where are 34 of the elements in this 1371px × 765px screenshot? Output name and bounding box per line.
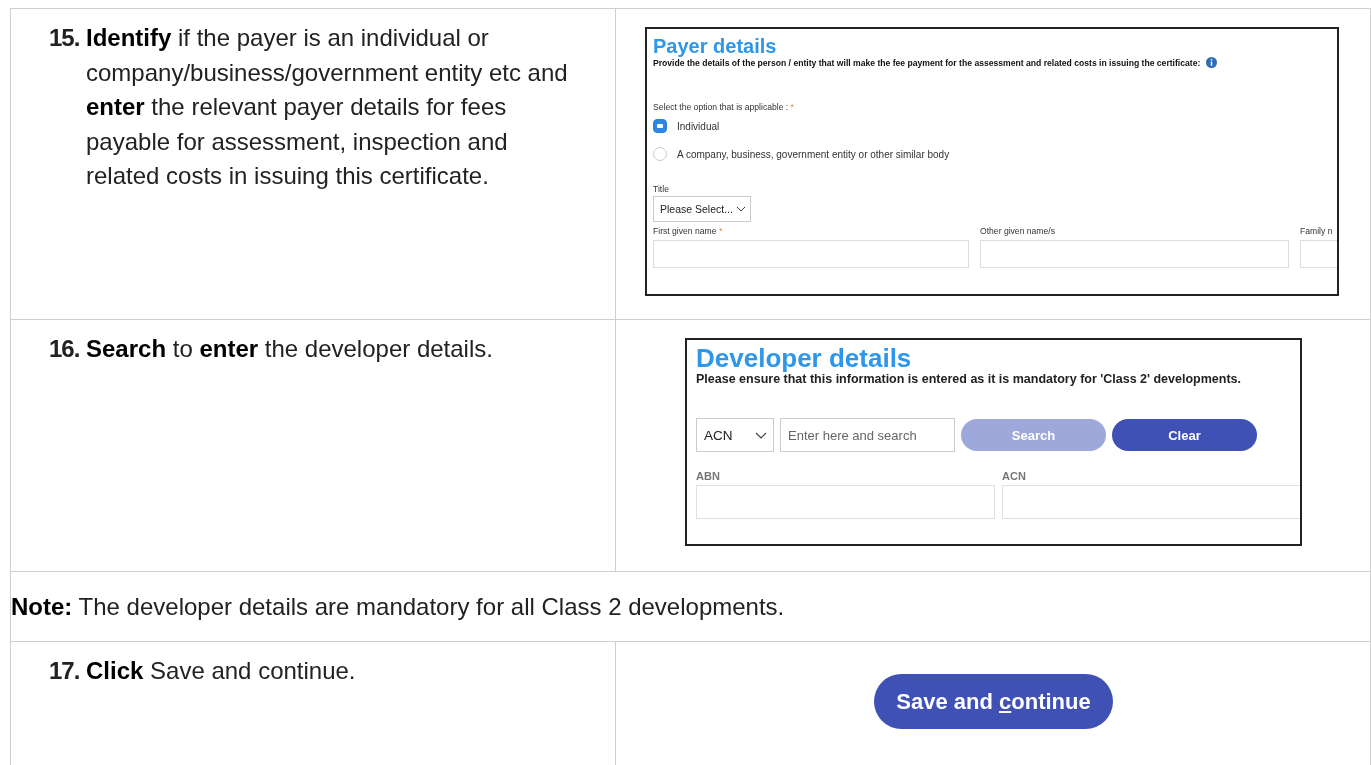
field-label: ACN bbox=[1002, 470, 1027, 482]
field-label: Title bbox=[653, 184, 670, 194]
step-instruction: Click Save and continue. bbox=[86, 656, 356, 686]
input-field[interactable] bbox=[696, 485, 995, 519]
save-and-continue-button[interactable]: Save and continue bbox=[874, 674, 1113, 729]
radio-button[interactable] bbox=[653, 119, 667, 133]
intro-text: Provide the details of the person / entity that will make the fee payment for the assessment and related costs in issuing the certificate: bbox=[653, 57, 1201, 68]
type-dropdown[interactable]: ACN bbox=[696, 418, 774, 452]
section-title: Developer details bbox=[696, 344, 913, 372]
search-field[interactable]: Enter here and search bbox=[780, 418, 955, 452]
input-field[interactable] bbox=[1002, 485, 1300, 519]
input-field[interactable] bbox=[653, 240, 969, 268]
option-label: Individual bbox=[677, 120, 720, 132]
radio-button[interactable] bbox=[653, 147, 667, 161]
chevron-down-icon bbox=[736, 206, 746, 212]
step-number: 16. bbox=[49, 334, 81, 364]
field-label: First given name * bbox=[653, 226, 724, 238]
chevron-down-icon bbox=[755, 431, 767, 439]
field-label: ABN bbox=[696, 470, 721, 482]
note-text: Note: The developer details are mandatory for all Class 2 developments. bbox=[11, 592, 785, 621]
info-icon bbox=[1206, 57, 1218, 68]
title-dropdown[interactable]: Please Select... bbox=[653, 196, 751, 222]
field-label: Other given name/s bbox=[980, 226, 1056, 238]
field-label: Family n bbox=[1300, 226, 1334, 238]
option-label: A company, business, government entity or other similar body bbox=[677, 148, 950, 160]
field-label: Select the option that is applicable : * bbox=[653, 102, 795, 112]
intro-text: Please ensure that this information is entered as it is mandatory for 'Class 2' developments. bbox=[696, 372, 1242, 386]
step-instruction: Identify if the payer is an individual or company/business/government entity etc and enter the relevant payer details for fees payable for assessment, inspection and related costs in issuing this certificate. bbox=[86, 23, 569, 191]
section-title: Payer details bbox=[653, 35, 778, 57]
step-instruction: Search to enter the developer details. bbox=[86, 334, 493, 364]
step-number: 17. bbox=[49, 656, 81, 686]
step-number: 15. bbox=[49, 23, 81, 53]
input-field[interactable] bbox=[980, 240, 1289, 268]
clear-button[interactable]: Clear bbox=[1112, 419, 1257, 451]
